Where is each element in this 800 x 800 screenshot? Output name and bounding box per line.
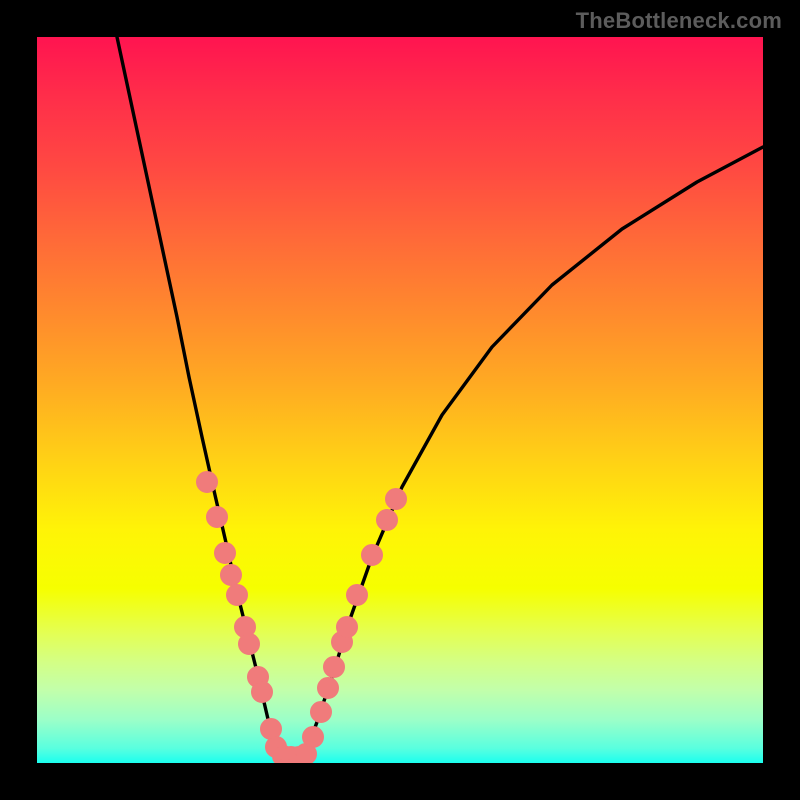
marker-dot (386, 489, 407, 510)
marker-dot (347, 585, 368, 606)
marker-dot (303, 727, 324, 748)
marker-dot (239, 634, 260, 655)
marker-dot (337, 617, 358, 638)
marker-dots (197, 472, 407, 764)
marker-dot (311, 702, 332, 723)
marker-dot (227, 585, 248, 606)
curve-svg (37, 37, 763, 763)
marker-dot (197, 472, 218, 493)
marker-dot (207, 507, 228, 528)
plot-area (37, 37, 763, 763)
marker-dot (252, 682, 273, 703)
chart-container: TheBottleneck.com (0, 0, 800, 800)
curve-lines (117, 37, 763, 757)
marker-dot (362, 545, 383, 566)
marker-dot (318, 678, 339, 699)
marker-dot (324, 657, 345, 678)
marker-dot (221, 565, 242, 586)
attribution-text: TheBottleneck.com (576, 8, 782, 34)
curve-right-branch (305, 147, 763, 755)
marker-dot (377, 510, 398, 531)
marker-dot (215, 543, 236, 564)
